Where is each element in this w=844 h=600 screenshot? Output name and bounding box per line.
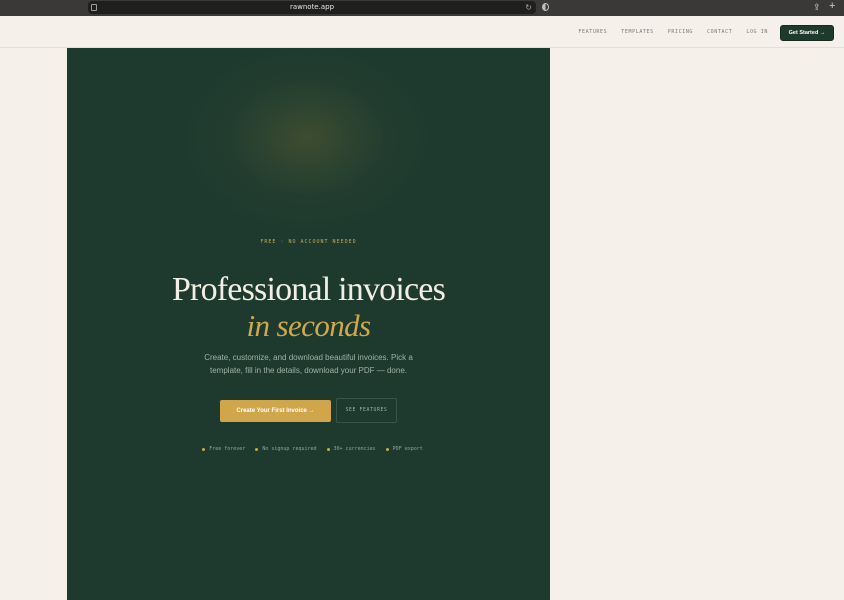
share-icon[interactable]: ⇪ (813, 1, 821, 13)
get-started-button[interactable]: Get Started → (780, 25, 834, 41)
site-header: FEATURES TEMPLATES PRICING CONTACT LOG I… (0, 16, 844, 48)
nav-links: FEATURES TEMPLATES PRICING CONTACT LOG I… (578, 16, 768, 48)
hero-headline: Professional invoices (171, 271, 446, 308)
feature-label: No signup required (262, 446, 317, 452)
hero-section: FREE · NO ACCOUNT NEEDED Professional in… (67, 48, 550, 600)
nav-link-pricing[interactable]: PRICING (668, 29, 693, 35)
bullet-dot-icon (385, 447, 389, 451)
feature-label: 30+ currencies (333, 446, 376, 452)
hero-glow (187, 48, 427, 228)
feature-label: Free forever (209, 446, 246, 452)
privacy-shield-icon[interactable] (542, 3, 549, 11)
feature-item: PDF export (385, 446, 423, 452)
feature-item: Free forever (202, 446, 245, 452)
bullet-dot-icon (202, 447, 206, 451)
feature-label: PDF export (392, 446, 423, 452)
hero-subtext: Create, customize, and download beautifu… (204, 353, 413, 375)
nav-link-features[interactable]: FEATURES (578, 29, 607, 35)
create-invoice-button[interactable]: Create Your First Invoice → (220, 400, 331, 422)
feature-item: 30+ currencies (326, 446, 376, 452)
url-text[interactable]: rawnote.app (88, 1, 536, 14)
reload-icon[interactable]: ↻ (525, 3, 532, 12)
feature-item: No signup required (255, 446, 317, 452)
new-tab-icon[interactable]: + (829, 0, 835, 13)
hero-headline-accent: in seconds (246, 308, 371, 343)
bullet-dot-icon (326, 447, 330, 451)
nav-link-templates[interactable]: TEMPLATES (621, 29, 654, 35)
nav-link-contact[interactable]: CONTACT (707, 29, 732, 35)
feature-list: Free forever No signup required 30+ curr… (67, 446, 550, 452)
browser-toolbar: rawnote.app ↻ ⇪ + (0, 0, 844, 16)
bullet-dot-icon (255, 447, 259, 451)
address-bar[interactable]: rawnote.app ↻ (88, 1, 536, 14)
see-features-button[interactable]: SEE FEATURES (336, 398, 397, 423)
nav-link-login[interactable]: LOG IN (746, 29, 768, 35)
hero-eyebrow: FREE · NO ACCOUNT NEEDED (260, 239, 357, 245)
